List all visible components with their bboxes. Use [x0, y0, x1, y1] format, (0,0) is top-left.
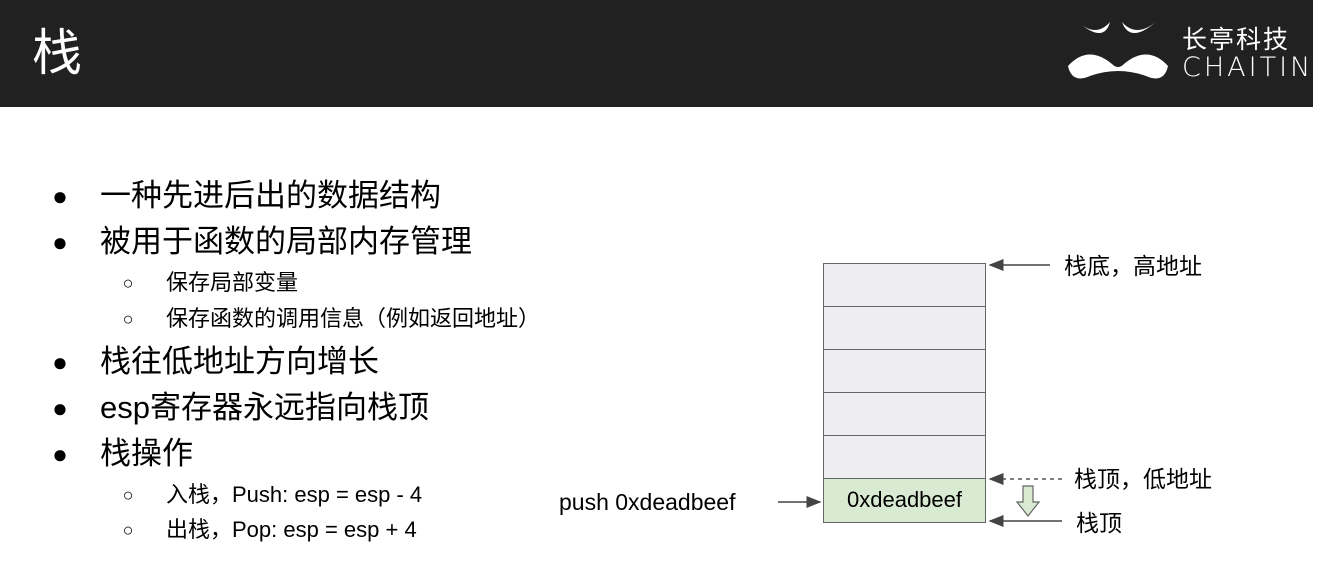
esp-move-down-arrow-icon	[1015, 485, 1041, 517]
old-stack-top-label: 栈顶，低地址	[1074, 466, 1212, 492]
new-stack-top-label: 栈顶	[1076, 510, 1122, 536]
push-instruction-label: push 0xdeadbeef	[559, 489, 736, 515]
stack-bottom-label: 栈底，高地址	[1064, 253, 1202, 279]
